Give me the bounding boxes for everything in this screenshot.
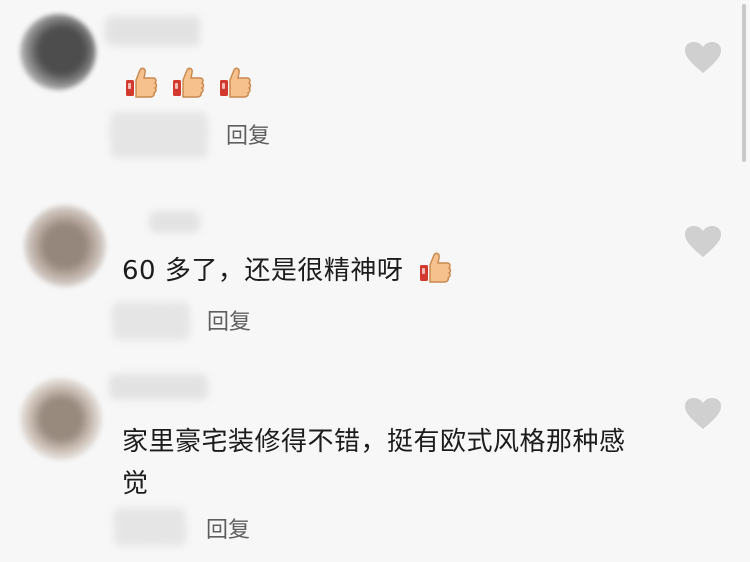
comment-list: 回复 60 多了，还是很精神呀 回复 家里豪宅装修得不错，挺有欧式风格那种感觉 … — [0, 0, 750, 562]
heart-icon — [685, 226, 721, 257]
comment-item: 家里豪宅装修得不错，挺有欧式风格那种感觉 回复 — [0, 352, 750, 562]
heart-icon — [685, 42, 721, 73]
comment-item: 60 多了，还是很精神呀 回复 — [0, 180, 750, 350]
reply-button[interactable]: 回复 — [207, 304, 251, 336]
comment-item: 回复 — [0, 0, 750, 180]
comment-text: 60 多了，还是很精神呀 — [122, 250, 642, 292]
avatar[interactable] — [24, 205, 106, 287]
like-button[interactable] — [683, 224, 723, 260]
reply-button[interactable]: 回复 — [206, 512, 250, 544]
comment-text-content: 60 多了，还是很精神呀 — [122, 256, 404, 286]
thumbs-up-icon — [171, 66, 205, 100]
heart-icon — [685, 398, 721, 429]
thumbs-up-icon — [218, 66, 252, 100]
reply-button[interactable]: 回复 — [226, 118, 270, 150]
username[interactable] — [150, 211, 200, 233]
username[interactable] — [106, 16, 200, 46]
comment-text: 家里豪宅装修得不错，挺有欧式风格那种感觉 — [122, 427, 626, 499]
username[interactable] — [110, 374, 208, 400]
comment-emoji-row — [124, 66, 260, 100]
comment-time — [112, 302, 190, 340]
like-button[interactable] — [683, 40, 723, 76]
like-button[interactable] — [683, 396, 723, 432]
comment-time — [114, 508, 186, 546]
avatar[interactable] — [20, 378, 102, 460]
thumbs-up-icon — [124, 66, 158, 100]
avatar[interactable] — [20, 14, 96, 90]
comment-time — [110, 112, 208, 158]
thumbs-up-icon — [418, 251, 452, 285]
